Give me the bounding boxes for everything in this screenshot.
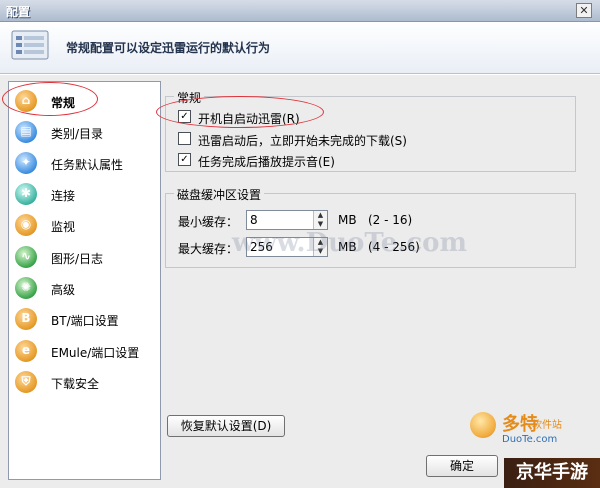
graph-icon: ∿: [15, 246, 37, 268]
sidebar-item-label: BT/端口设置: [51, 314, 119, 328]
close-button[interactable]: ✕: [576, 3, 592, 18]
corner-badge: 京华手游: [504, 458, 600, 488]
sidebar-item-task-defaults[interactable]: ✦ 任务默认属性: [15, 150, 155, 176]
group-legend: 磁盘缓冲区设置: [174, 186, 265, 203]
window-title: 配置: [6, 5, 31, 19]
sidebar-item-label: 连接: [51, 189, 76, 203]
sidebar-item-monitor[interactable]: ◉ 监视: [15, 212, 155, 238]
sidebar-item-label: 监视: [51, 220, 76, 234]
checkbox-box: ✓: [178, 153, 191, 166]
sidebar-item-folders[interactable]: ▤ 类别/目录: [15, 119, 155, 145]
sidebar-item-connection[interactable]: ✱ 连接: [15, 181, 155, 207]
ok-button[interactable]: 确定: [426, 455, 498, 477]
advanced-icon: ✺: [15, 277, 37, 299]
max-cache-label: 最大缓存：: [178, 242, 239, 256]
sidebar-item-bt-port[interactable]: B BT/端口设置: [15, 306, 155, 332]
sidebar-item-label: 图形/日志: [51, 252, 104, 266]
header-description: 常规配置可以设定迅雷运行的默认行为: [66, 41, 271, 55]
min-cache-label: 最小缓存：: [178, 215, 239, 229]
folder-icon: ▤: [15, 121, 37, 143]
min-cache-unit: MB: [338, 213, 357, 227]
task-icon: ✦: [15, 152, 37, 174]
sidebar-item-label: 任务默认属性: [51, 158, 124, 172]
sidebar-item-emule-port[interactable]: e EMule/端口设置: [15, 338, 155, 364]
bt-icon: B: [15, 308, 37, 330]
settings-sidebar: ⌂ 常规 ▤ 类别/目录 ✦ 任务默认属性 ✱ 连接 ◉ 监视 ∿ 图形/日志 …: [8, 81, 161, 480]
sidebar-item-label: EMule/端口设置: [51, 346, 140, 360]
stepper-arrows[interactable]: ▲ ▼: [313, 211, 327, 229]
sidebar-item-label: 高级: [51, 283, 76, 297]
brand-url: DuoTe.com: [502, 434, 558, 445]
sidebar-item-label: 下载安全: [51, 377, 100, 391]
restore-defaults-button[interactable]: 恢复默认设置(D): [167, 415, 285, 437]
sidebar-item-label: 类别/目录: [51, 127, 104, 141]
brand-icon: [470, 412, 496, 438]
brand-logo: 多特 软件站 DuoTe.com: [470, 410, 590, 456]
title-bar: 配置 ✕: [0, 0, 600, 22]
sidebar-item-advanced[interactable]: ✺ 高级: [15, 275, 155, 301]
annotation-ring: [156, 96, 324, 128]
min-cache-row: 最小缓存： 8 ▲ ▼ MB (2 - 16): [178, 210, 478, 230]
min-cache-stepper[interactable]: 8 ▲ ▼: [246, 210, 328, 230]
checkbox-label: 任务完成后播放提示音(E): [198, 155, 335, 169]
min-cache-value: 8: [250, 213, 258, 227]
arrow-up-icon[interactable]: ▲: [314, 211, 327, 220]
connection-icon: ✱: [15, 183, 37, 205]
monitor-icon: ◉: [15, 214, 37, 236]
settings-panel: 常规 ✓ 开机自启动迅雷(R) 迅雷启动后，立即开始未完成的下载(S) ✓ 任务…: [163, 81, 594, 461]
min-cache-range: (2 - 16): [368, 213, 413, 227]
sidebar-item-graph-log[interactable]: ∿ 图形/日志: [15, 244, 155, 270]
checkbox-box: [178, 132, 191, 145]
watermark: www.DuoTe.com: [232, 228, 468, 258]
annotation-ring: [2, 82, 98, 116]
header-banner: 常规配置可以设定迅雷运行的默认行为: [0, 22, 600, 74]
brand-subtitle: 软件站: [532, 420, 562, 431]
checkbox-label: 迅雷启动后，立即开始未完成的下载(S): [198, 134, 407, 148]
emule-icon: e: [15, 340, 37, 362]
sidebar-item-download-security[interactable]: ⛨ 下载安全: [15, 369, 155, 395]
security-icon: ⛨: [15, 371, 37, 393]
settings-panel-icon: [11, 30, 49, 60]
